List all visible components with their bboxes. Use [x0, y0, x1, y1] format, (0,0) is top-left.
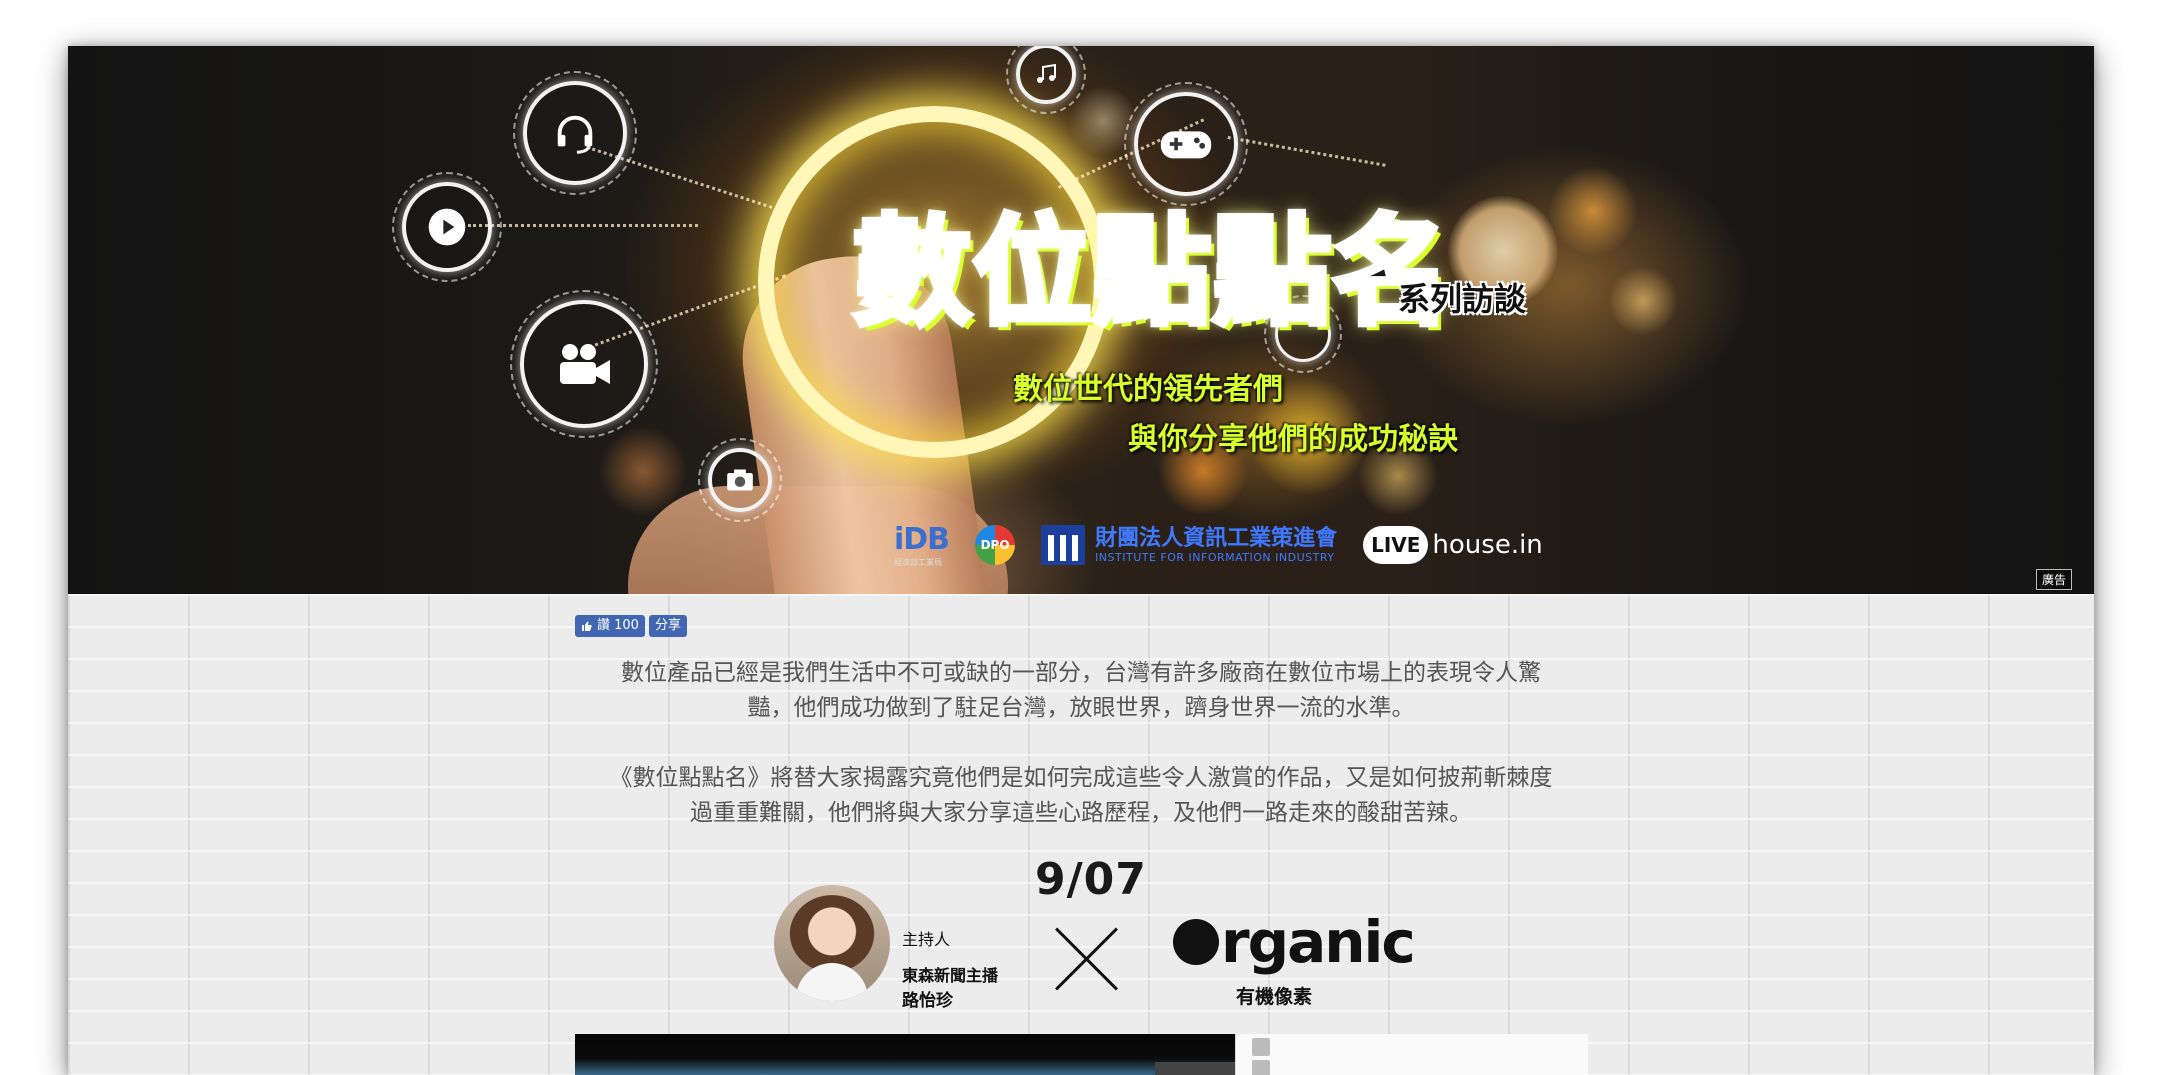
bokeh-light	[1608, 266, 1678, 336]
iii-logo: 財團法人資訊工業策進會 INSTITUTE FOR INFORMATION IN…	[1041, 525, 1337, 565]
organic-logo: rganic	[1173, 908, 1416, 976]
iii-logo-english: INSTITUTE FOR INFORMATION INDUSTRY	[1095, 550, 1335, 564]
host-title: 東森新聞主播	[902, 966, 999, 985]
livehouse-logo-host: house.in	[1432, 530, 1543, 560]
idb-logo-text: iDB	[894, 522, 950, 557]
playlist-item[interactable]	[1252, 1038, 1270, 1056]
ad-badge[interactable]: 廣告	[2035, 569, 2072, 590]
music-icon	[1006, 46, 1086, 114]
page-frame: 數位點點名 系列訪談 數位世代的領先者們 與你分享他們的成功秘訣 iDB 經濟部…	[68, 46, 2094, 1075]
video-playlist[interactable]	[1235, 1034, 1588, 1075]
idb-logo-caption: 經濟部工業局	[894, 558, 942, 567]
description-paragraph-2: 《數位點點名》將替大家揭露究竟他們是如何完成這些令人激賞的作品，又是如何披荊斬棘…	[609, 765, 1553, 826]
cross-icon	[1051, 924, 1121, 994]
iii-logo-name: 財團法人資訊工業策進會	[1095, 525, 1338, 551]
video-player[interactable]	[575, 1034, 1235, 1075]
playlist-item[interactable]	[1252, 1060, 1270, 1075]
livehouse-logo: LIVE house.in	[1363, 526, 1543, 564]
hero-banner[interactable]: 數位點點名 系列訪談 數位世代的領先者們 與你分享他們的成功秘訣 iDB 經濟部…	[68, 46, 2094, 594]
video-control-bar[interactable]	[1155, 1062, 1235, 1075]
dpo-logo: DPO	[975, 525, 1016, 565]
connector-line	[468, 224, 698, 227]
social-buttons: 讚 100 分享	[575, 615, 687, 637]
livehouse-logo-bubble: LIVE	[1363, 526, 1429, 564]
connector-line	[1227, 136, 1386, 167]
host-name: 路怡珍	[902, 991, 953, 1011]
facebook-share-button[interactable]: 分享	[648, 615, 687, 637]
sponsor-logos: iDB 經濟部工業局 DPO 財團法人資訊工業策進會 INSTITUTE FOR…	[894, 520, 1543, 570]
host-avatar	[774, 885, 890, 1001]
thumbs-up-icon	[582, 621, 592, 631]
host-label: 主持人	[902, 930, 951, 949]
idb-logo: iDB 經濟部工業局	[894, 522, 950, 568]
iii-logo-mark	[1041, 525, 1086, 565]
bokeh-light	[1548, 166, 1638, 256]
guest-name: 有機像素	[1236, 986, 1313, 1008]
facebook-like-label: 讚 100	[597, 618, 639, 633]
play-icon	[392, 172, 502, 282]
organic-logo-text: rganic	[1221, 908, 1416, 976]
host-info: 主持人 東森新聞主播 路怡珍	[902, 926, 998, 1011]
banner-slogan-line1: 數位世代的領先者們	[1013, 372, 1283, 407]
banner-title: 數位點點名	[850, 200, 1454, 344]
description: 數位產品已經是我們生活中不可或缺的一部分，台灣有許多廠商在數位市場上的表現令人驚…	[608, 656, 1554, 866]
facebook-like-button[interactable]: 讚 100	[575, 615, 645, 637]
banner-slogan-line2: 與你分享他們的成功秘訣	[1128, 422, 1458, 457]
camera-video-icon	[510, 290, 658, 438]
banner-subtitle: 系列訪談	[1398, 280, 1527, 318]
headset-icon	[513, 71, 637, 195]
description-paragraph-1: 數位產品已經是我們生活中不可或缺的一部分，台灣有許多廠商在數位市場上的表現令人驚…	[621, 660, 1541, 721]
organic-logo-dot	[1173, 919, 1219, 965]
photo-camera-icon	[698, 438, 782, 522]
episode-date: 9/07	[1035, 854, 1147, 905]
